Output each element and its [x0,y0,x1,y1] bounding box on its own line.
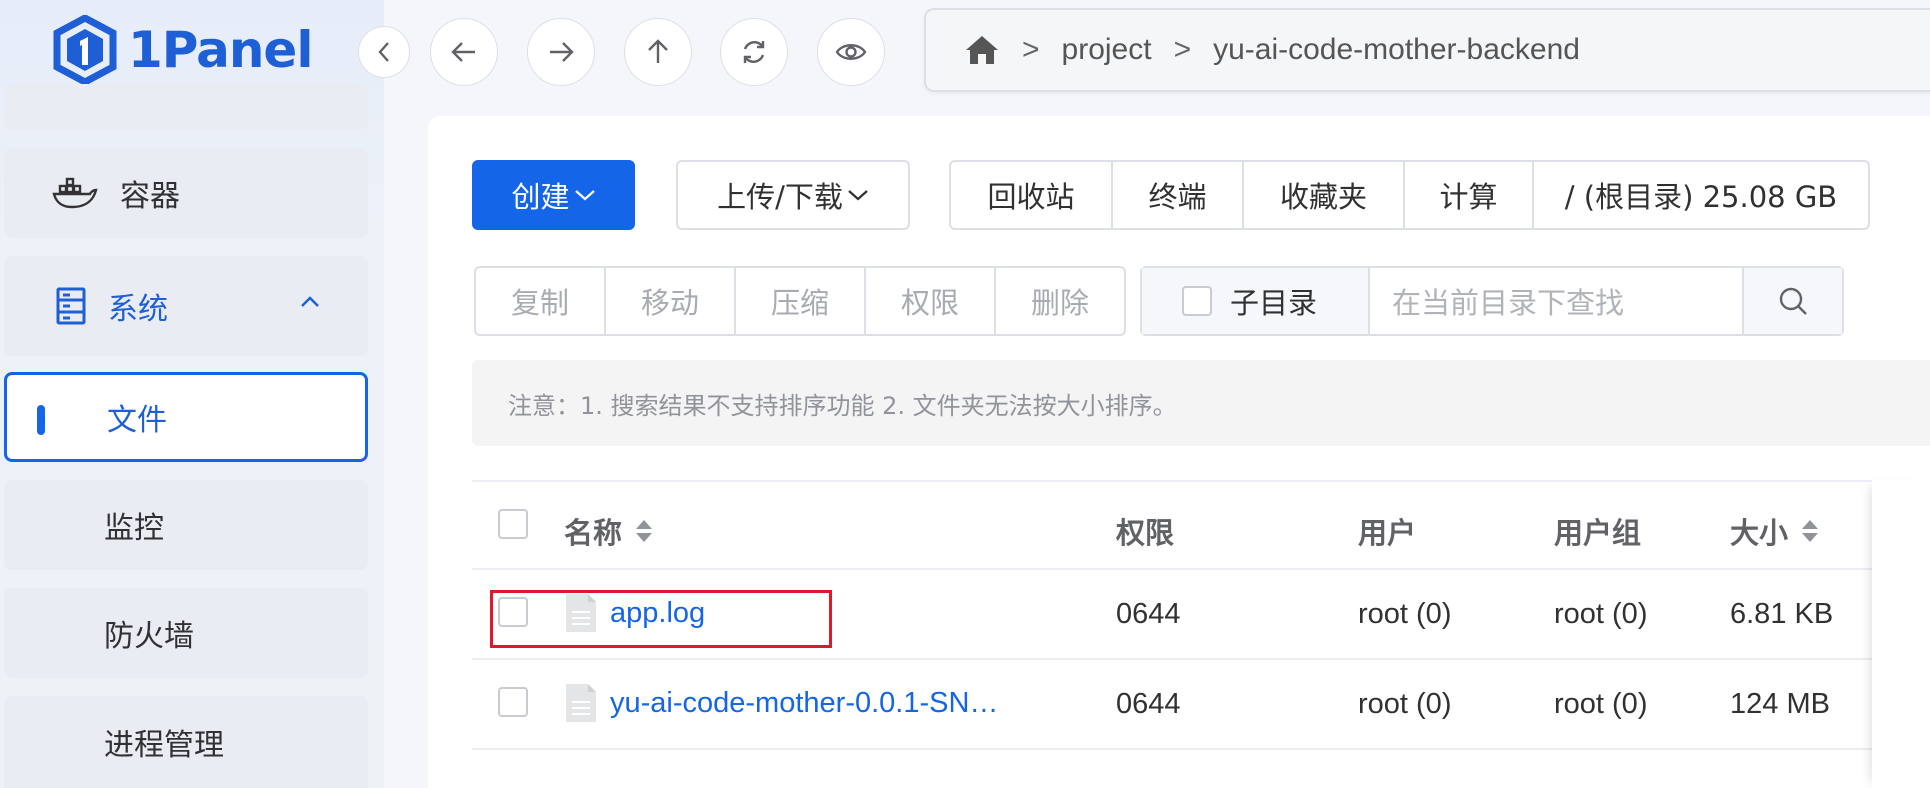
back-button[interactable] [430,18,498,86]
favorites-button[interactable]: 收藏夹 [1244,162,1405,228]
sidebar-item-files[interactable]: 文件 [4,372,368,462]
docker-icon [52,177,98,209]
subdirectory-toggle[interactable]: 子目录 [1142,268,1370,334]
app-logo[interactable]: 1Panel [52,12,313,88]
row-checkbox[interactable] [498,597,528,627]
subdirectory-checkbox[interactable] [1182,286,1212,316]
search-box: 子目录 在当前目录下查找 [1140,266,1844,336]
sidebar-item-system[interactable]: 系统 [4,256,368,356]
sidebar-item-label: 进程管理 [104,728,224,763]
arrow-left-icon [451,42,475,62]
column-header-group: 用户组 [1554,516,1642,550]
copy-button[interactable]: 复制 [476,268,606,334]
toggle-hidden-files-button[interactable] [817,18,885,86]
collapse-sidebar-button[interactable] [358,26,410,78]
arrow-right-icon [550,42,574,62]
file-icon [566,594,596,632]
notice-text: 注意：1. 搜索结果不支持排序功能 2. 文件夹无法按大小排序。 [508,391,1177,420]
compress-button[interactable]: 压缩 [736,268,866,334]
sort-icon[interactable] [1800,518,1820,544]
file-user: root (0) [1358,598,1452,630]
chevron-up-icon [301,296,319,307]
file-action-group: 复制 移动 压缩 权限 删除 [474,266,1126,336]
sidebar-item-label: 容器 [120,179,180,214]
search-icon [1779,287,1807,315]
arrow-up-icon [648,39,668,63]
permission-button[interactable]: 权限 [866,268,996,334]
breadcrumb: > project > yu-ai-code-mother-backend [924,8,1930,92]
sidebar: 1Panel 容器 系统 文件 监控 防火墙 进程管理 [0,0,384,788]
file-user: root (0) [1358,688,1452,720]
search-input[interactable]: 在当前目录下查找 [1370,268,1742,334]
sidebar-item-label: 系统 [108,292,168,327]
file-name-link[interactable]: yu-ai-code-mother-0.0.1-SN… [610,687,998,720]
subdirectory-label: 子目录 [1230,286,1318,320]
terminal-button[interactable]: 终端 [1113,162,1244,228]
sidebar-item-label: 监控 [104,511,164,546]
refresh-button[interactable] [720,18,788,86]
chevron-left-icon [378,42,389,62]
sidebar-item-container[interactable]: 容器 [4,148,368,238]
move-button[interactable]: 移动 [606,268,736,334]
search-button[interactable] [1742,268,1842,334]
refresh-icon [743,41,765,63]
file-group: root (0) [1554,688,1648,720]
sidebar-item-label: 文件 [107,403,167,438]
create-button[interactable]: 创建 [472,160,635,230]
search-notice: 注意：1. 搜索结果不支持排序功能 2. 文件夹无法按大小排序。 [472,360,1930,446]
file-size[interactable]: 124 MB [1730,688,1830,721]
breadcrumb-item[interactable]: yu-ai-code-mother-backend [1213,33,1580,67]
column-header-label: 大小 [1730,516,1789,550]
fixed-column-edge [1872,480,1930,788]
column-header-permission: 权限 [1116,516,1175,550]
file-name-link[interactable]: app.log [610,597,705,630]
table-row[interactable]: app.log 0644 root (0) root (0) 6.81 KB [472,570,1872,660]
column-header-size[interactable]: 大小 [1730,510,1820,552]
home-icon[interactable] [964,34,1000,66]
sidebar-item-collapsed[interactable] [4,84,368,130]
eye-icon [835,44,867,60]
logo-text: 1Panel [128,21,313,79]
sort-icon[interactable] [634,518,654,544]
recycle-bin-button[interactable]: 回收站 [951,162,1113,228]
table-row[interactable]: yu-ai-code-mother-0.0.1-SN… 0644 root (0… [472,660,1872,750]
sidebar-item-firewall[interactable]: 防火墙 [4,588,368,678]
logo-icon [53,15,117,85]
delete-button[interactable]: 删除 [996,268,1124,334]
column-header-name[interactable]: 名称 [564,510,654,552]
chevron-down-icon [848,190,868,201]
calculate-button[interactable]: 计算 [1405,162,1534,228]
file-table: 名称 权限 用户 用户组 大小 app.log 0644 root (0) ro… [472,480,1930,788]
create-button-label: 创建 [511,180,570,214]
file-group: root (0) [1554,598,1648,630]
active-indicator [37,405,45,435]
column-header-label: 名称 [564,516,623,550]
file-permission[interactable]: 0644 [1116,688,1181,721]
chevron-down-icon [574,190,595,201]
breadcrumb-item[interactable]: project [1062,33,1152,67]
server-icon [56,287,86,325]
file-size[interactable]: 6.81 KB [1730,598,1833,631]
sidebar-item-monitor[interactable]: 监控 [4,480,368,570]
breadcrumb-separator: > [1022,33,1040,66]
breadcrumb-separator: > [1173,33,1192,66]
row-checkbox[interactable] [498,687,528,717]
sidebar-item-process[interactable]: 进程管理 [4,696,368,788]
up-directory-button[interactable] [624,18,692,86]
sidebar-item-label: 防火墙 [104,619,194,654]
upload-download-button[interactable]: 上传/下载 [676,160,910,230]
file-permission[interactable]: 0644 [1116,598,1181,631]
toolbar-button-group: 回收站 终端 收藏夹 计算 / (根目录) 25.08 GB [949,160,1870,230]
upload-download-label: 上传/下载 [717,180,843,214]
file-icon [566,684,596,722]
forward-button[interactable] [527,18,595,86]
select-all-checkbox[interactable] [498,509,528,539]
column-header-user: 用户 [1358,516,1417,550]
disk-usage-button[interactable]: / (根目录) 25.08 GB [1534,162,1868,228]
table-header: 名称 权限 用户 用户组 大小 [472,480,1872,570]
